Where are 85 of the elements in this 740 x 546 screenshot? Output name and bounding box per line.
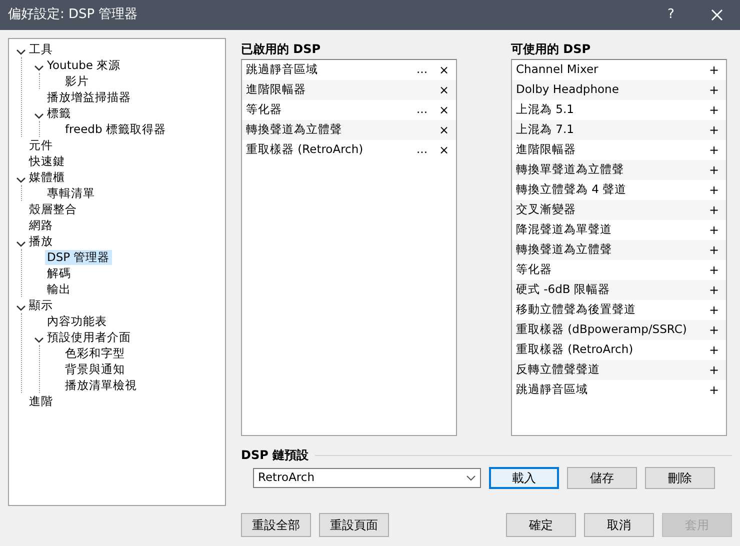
tree-item[interactable]: 工具 [27,42,55,56]
tree-item[interactable]: 播放增益掃描器 [45,90,133,104]
dialog-button[interactable]: 重設全部 [241,513,311,537]
tree-item[interactable]: 色彩和字型 [63,346,127,360]
add-button[interactable]: + [702,281,726,299]
dialog-button[interactable]: 重設頁面 [319,513,389,537]
list-item[interactable]: 上混為 5.1 [516,101,702,119]
list-item[interactable]: 重取樣器 (dBpoweramp/SSRC) [516,321,702,339]
list-item[interactable]: 進階限幅器 [516,141,702,159]
tree-item[interactable]: Youtube 來源 [45,58,123,72]
dialog-button[interactable]: 儲存 [567,467,637,489]
add-button[interactable]: + [702,141,726,159]
dialog-button[interactable]: 取消 [584,513,654,537]
dropdown-caret-icon [466,475,476,481]
list-item[interactable]: 轉換單聲道為立體聲 [516,161,702,179]
remove-button[interactable]: × [432,141,456,159]
list-item[interactable]: Channel Mixer [516,61,702,79]
add-button[interactable]: + [702,261,726,279]
tree-item[interactable]: 媒體櫃 [27,170,67,184]
dialog-button[interactable]: 確定 [506,513,576,537]
add-button[interactable]: + [702,121,726,139]
list-item[interactable]: 等化器 [246,101,412,119]
list-item[interactable]: 重取樣器 (RetroArch) [516,341,702,359]
remove-button[interactable]: × [432,61,456,79]
list-item[interactable]: 重取樣器 (RetroArch) [246,141,412,159]
add-button[interactable]: + [702,181,726,199]
add-button[interactable]: + [702,321,726,339]
list-item[interactable]: 轉換聲道為立體聲 [246,121,412,139]
list-item[interactable]: 進階限幅器 [246,81,412,99]
configure-button[interactable]: ... [412,141,432,159]
tree-item[interactable]: 播放 [27,234,55,248]
tree-item[interactable]: 影片 [63,74,91,88]
tree-item[interactable]: 元件 [27,138,55,152]
tree-item[interactable]: 輸出 [45,282,73,296]
help-button[interactable]: ? [648,0,694,30]
add-button[interactable]: + [702,381,726,399]
tree-item[interactable]: 解碼 [45,266,73,280]
list-item[interactable]: 反轉立體聲聲道 [516,361,702,379]
list-item[interactable]: 跳過靜音區域 [246,61,412,79]
add-button[interactable]: + [702,241,726,259]
tree-item[interactable]: 進階 [27,394,55,408]
add-button[interactable]: + [702,201,726,219]
list-item[interactable]: 跳過靜音區域 [516,381,702,399]
list-item[interactable]: 等化器 [516,261,702,279]
add-button[interactable]: + [702,361,726,379]
tree-item[interactable]: 專輯清單 [45,186,97,200]
list-item[interactable]: 硬式 -6dB 限幅器 [516,281,702,299]
dialog-button[interactable]: 刪除 [645,467,715,489]
group-title: DSP 鏈預設 [241,447,309,464]
list-title: 已啟用的 DSP [241,41,322,58]
list-item[interactable]: 交叉漸變器 [516,201,702,219]
list-item[interactable]: 移動立體聲為後置聲道 [516,301,702,319]
tree-item[interactable]: 預設使用者介面 [45,330,133,344]
tree-item[interactable]: freedb 標籤取得器 [63,122,168,136]
tree-item[interactable]: DSP 管理器 [45,250,112,264]
add-button[interactable]: + [702,301,726,319]
configure-button[interactable]: ... [412,101,432,119]
add-button[interactable]: + [702,221,726,239]
list-title: 可使用的 DSP [511,41,592,58]
close-icon[interactable] [711,9,723,21]
tree-item[interactable]: 標籤 [45,106,73,120]
tree-item[interactable]: 播放清單檢視 [63,378,139,392]
tree-item[interactable]: 殼層整合 [27,202,79,216]
tree-item[interactable]: 網路 [27,218,55,232]
remove-button[interactable]: × [432,101,456,119]
add-button[interactable]: + [702,161,726,179]
dialog-button[interactable]: 載入 [489,467,559,489]
add-button[interactable]: + [702,61,726,79]
tree-item[interactable]: 快速鍵 [27,154,67,168]
list-item[interactable]: 轉換立體聲為 4 聲道 [516,181,702,199]
add-button[interactable]: + [702,101,726,119]
add-button[interactable]: + [702,81,726,99]
list-item[interactable]: Dolby Headphone [516,81,702,99]
add-button[interactable]: + [702,341,726,359]
remove-button[interactable]: × [432,121,456,139]
tree-item[interactable]: 顯示 [27,298,55,312]
list-item[interactable]: 上混為 7.1 [516,121,702,139]
tree-item[interactable]: 背景與通知 [63,362,127,376]
remove-button[interactable]: × [432,81,456,99]
window-title: 偏好設定: DSP 管理器 [8,6,139,24]
list-item[interactable]: 轉換聲道為立體聲 [516,241,702,259]
tree-item[interactable]: 內容功能表 [45,314,109,328]
configure-button[interactable]: ... [412,61,432,79]
preset-dropdown[interactable]: RetroArch [253,468,481,488]
list-item[interactable]: 降混聲道為單聲道 [516,221,702,239]
